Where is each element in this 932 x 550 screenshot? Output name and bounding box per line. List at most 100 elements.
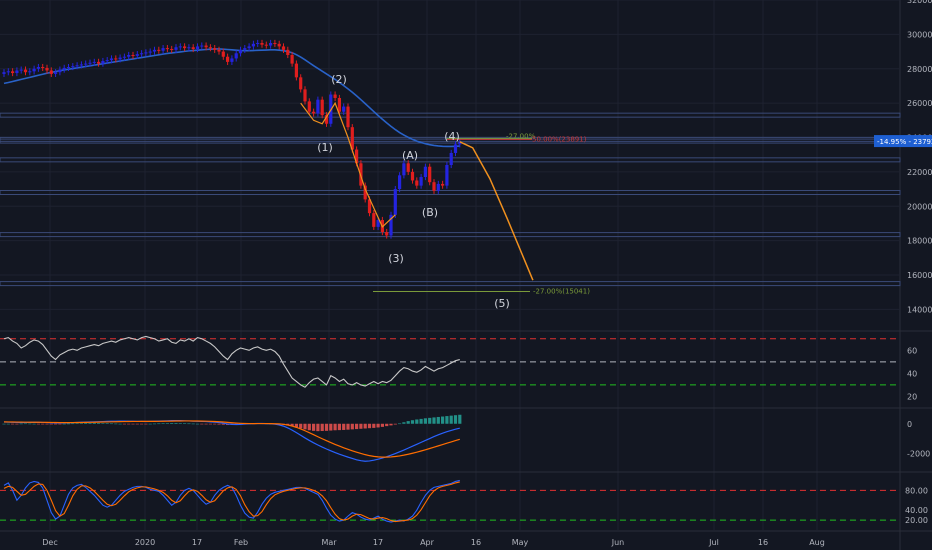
rsi-tick-label: 40 bbox=[907, 369, 917, 378]
macd-histogram-bar bbox=[28, 423, 32, 425]
macd-histogram-bar bbox=[15, 423, 19, 425]
candle-body bbox=[410, 171, 415, 181]
macd-histogram-bar bbox=[363, 423, 367, 429]
candle-body bbox=[165, 48, 169, 50]
macd-histogram-bar bbox=[32, 423, 36, 425]
candle-body bbox=[436, 183, 440, 191]
candle-body bbox=[118, 57, 122, 60]
candle-body bbox=[11, 71, 15, 74]
macd-histogram-bar bbox=[389, 423, 393, 426]
candle-body bbox=[449, 152, 453, 165]
candle-body bbox=[419, 177, 423, 186]
candle-body bbox=[170, 48, 174, 50]
candle-body bbox=[286, 49, 290, 55]
macd-histogram-bar bbox=[423, 418, 427, 424]
candle-body bbox=[75, 65, 79, 67]
candle-body bbox=[152, 49, 157, 52]
macd-histogram-bar bbox=[445, 416, 449, 424]
macd-histogram-bar bbox=[415, 419, 419, 424]
macd-tick-label: 0 bbox=[907, 420, 912, 429]
macd-histogram-bar bbox=[406, 421, 410, 424]
macd-histogram-bar bbox=[152, 423, 157, 425]
candle-body bbox=[256, 42, 260, 44]
macd-histogram-bar bbox=[428, 417, 432, 424]
macd-histogram-bar bbox=[337, 423, 341, 431]
macd-histogram-bar bbox=[350, 423, 354, 430]
macd-histogram-bar bbox=[36, 423, 40, 425]
candle-body bbox=[183, 46, 187, 49]
macd-histogram-bar bbox=[165, 423, 169, 424]
macd-histogram-bar bbox=[157, 423, 161, 425]
candle-body bbox=[36, 67, 40, 69]
macd-histogram-bar bbox=[71, 423, 75, 425]
macd-histogram-bar bbox=[385, 423, 389, 427]
macd-histogram-bar bbox=[432, 417, 436, 424]
candle-body bbox=[32, 68, 36, 72]
wave-label: (5) bbox=[494, 297, 510, 310]
macd-histogram-bar bbox=[127, 423, 131, 425]
price-tick-label: 20000 bbox=[907, 202, 932, 211]
macd-histogram-bar bbox=[458, 414, 462, 424]
macd-histogram-bar bbox=[307, 423, 311, 431]
price-tick-label: 18000 bbox=[907, 237, 932, 246]
macd-histogram-bar bbox=[144, 423, 148, 425]
macd-histogram-bar bbox=[174, 423, 178, 424]
price-tick-label: 26000 bbox=[907, 99, 932, 108]
trading-chart[interactable]: -27.00%50.00%(23891)-27.00%(15041)(1)(2)… bbox=[0, 0, 932, 550]
candle-body bbox=[2, 72, 6, 74]
macd-histogram-bar bbox=[204, 423, 208, 425]
price-tick-label: 14000 bbox=[907, 305, 932, 314]
candle-body bbox=[19, 69, 23, 71]
time-label: 16 bbox=[471, 538, 481, 547]
candle-body bbox=[187, 47, 191, 49]
candle-body bbox=[178, 46, 182, 48]
candle-body bbox=[144, 52, 148, 54]
macd-histogram-bar bbox=[178, 423, 182, 424]
macd-histogram-bar bbox=[54, 423, 58, 425]
last-price-text: -14.95% - 23792 bbox=[877, 138, 932, 146]
candle-body bbox=[6, 71, 10, 73]
candle-body bbox=[41, 67, 45, 69]
candle-body bbox=[337, 97, 341, 112]
candle-body bbox=[221, 51, 225, 57]
candle-body bbox=[299, 77, 303, 90]
macd-histogram-bar bbox=[45, 423, 49, 425]
macd-histogram-bar bbox=[200, 423, 204, 425]
candle-body bbox=[84, 63, 88, 65]
candle-body bbox=[320, 99, 324, 116]
candle-body bbox=[92, 61, 96, 63]
candle-body bbox=[290, 55, 294, 64]
macd-histogram-bar bbox=[191, 423, 195, 425]
candle-body bbox=[281, 46, 286, 50]
price-tick-label: 30000 bbox=[907, 30, 932, 39]
candle-body bbox=[217, 49, 221, 52]
price-tick-label: 22000 bbox=[907, 168, 932, 177]
candle-body bbox=[415, 180, 419, 186]
candle-body bbox=[385, 232, 389, 236]
candle-body bbox=[277, 43, 281, 47]
candle-body bbox=[148, 51, 152, 53]
candle-body bbox=[264, 44, 268, 46]
candle-body bbox=[191, 47, 195, 49]
candle-body bbox=[71, 66, 75, 68]
candle-body bbox=[441, 183, 445, 186]
macd-histogram-bar bbox=[376, 423, 380, 428]
rsi-tick-label: 20 bbox=[907, 392, 917, 401]
macd-histogram-bar bbox=[109, 423, 114, 425]
time-label: Dec bbox=[42, 538, 57, 547]
macd-histogram-bar bbox=[208, 423, 212, 425]
macd-histogram-bar bbox=[49, 423, 53, 425]
macd-histogram-bar bbox=[101, 423, 105, 424]
macd-histogram-bar bbox=[58, 423, 62, 425]
wave-label: (4) bbox=[444, 130, 460, 143]
candle-body bbox=[273, 42, 277, 44]
macd-histogram-bar bbox=[316, 423, 320, 432]
candle-body bbox=[28, 71, 32, 73]
macd-histogram-bar bbox=[92, 422, 96, 424]
macd-histogram-bar bbox=[436, 416, 440, 424]
macd-histogram-bar bbox=[135, 423, 139, 425]
macd-histogram-bar bbox=[380, 423, 384, 427]
candle-body bbox=[213, 48, 217, 50]
candle-body bbox=[402, 163, 406, 176]
price-tick-label: 32000 bbox=[907, 0, 932, 5]
